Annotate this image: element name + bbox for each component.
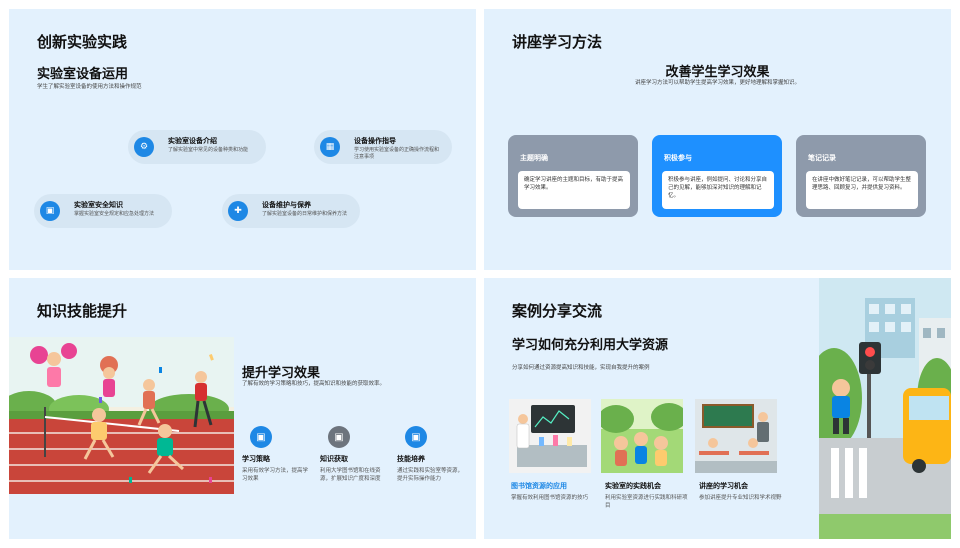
slide-title: 创新实验实践	[37, 33, 128, 51]
image-icon: ▣	[250, 426, 272, 448]
image-icon: ▣	[405, 426, 427, 448]
method-card[interactable]: 笔记记录 在讲座中做好笔记记录，可以帮助学生整理思路、回顾复习，并提供复习资料。	[796, 135, 926, 217]
case-desc: 掌握有效利用图书馆资源的技巧	[511, 495, 589, 501]
feature-title: 技能培养	[397, 455, 425, 463]
image-icon: ▣	[328, 426, 350, 448]
case-desc: 参加讲座提升专业知识和学术视野	[699, 495, 782, 501]
kids-outdoor-illustration	[601, 399, 683, 473]
feature-pill: ▦ 设备操作指导 学习使用实验室设备的正确操作流程和注意事项	[314, 130, 452, 164]
feature-title: 设备操作指导	[354, 137, 396, 145]
case-caption: 实验室的实践机会 利用实验室资源进行实践和科研项目	[605, 481, 689, 511]
feature-title: 知识获取	[320, 455, 348, 463]
feature-desc: 通过实践和实验室等资源，提升实际操作能力	[397, 468, 464, 482]
feature-desc: 了解实验室中常见的设备种类和功能	[168, 147, 249, 153]
slide-description: 讲座学习方法可以帮助学生提高学习效果，更好地理解和掌握知识。	[634, 80, 800, 86]
feature-item: ▣ 知识获取 利用大学图书馆和在线资源，扩展知识广度和深度	[320, 426, 390, 484]
slide-title: 知识技能提升	[37, 302, 128, 320]
keyboard-icon: ▦	[320, 137, 340, 157]
feature-title: 实验室安全知识	[74, 201, 123, 209]
tools-icon: ✚	[228, 201, 248, 221]
lab-scientist-illustration	[509, 399, 591, 473]
slide-lecture-methods[interactable]: 讲座学习方法 改善学生学习效果 讲座学习方法可以帮助学生提高学习效果，更好地理解…	[484, 9, 951, 270]
feature-title: 设备维护与保养	[262, 201, 311, 209]
feature-desc: 学习使用实验室设备的正确操作流程和注意事项	[354, 147, 440, 160]
feature-item: ▣ 技能培养 通过实践和实验室等资源，提升实际操作能力	[397, 426, 467, 484]
card-title: 主题明确	[520, 154, 548, 162]
card-title: 积极参与	[664, 154, 692, 162]
feature-title: 实验室设备介绍	[168, 137, 217, 145]
slide-title: 案例分享交流	[512, 302, 603, 320]
case-title: 实验室的实践机会	[605, 482, 661, 490]
classroom-illustration	[695, 399, 777, 473]
method-card[interactable]: 主题明确 确定学习讲座的主题和目标，有助于提高学习效果。	[508, 135, 638, 217]
case-title: 讲座的学习机会	[699, 482, 748, 490]
card-text: 确定学习讲座的主题和目标，有助于提高学习效果。	[518, 171, 630, 209]
case-title: 图书馆资源的应用	[511, 482, 567, 490]
feature-desc: 采用有效学习方法，提高学习效果	[242, 468, 309, 482]
image-icon: ▣	[40, 201, 60, 221]
feature-title: 学习策略	[242, 455, 270, 463]
slide-subtitle: 提升学习效果	[242, 366, 321, 381]
feature-pill: ⚙ 实验室设备介绍 了解实验室中常见的设备种类和功能	[128, 130, 266, 164]
method-card-active[interactable]: 积极参与 积极参与讲座，例如提问、讨论和分享自己的见解，能够加深对知识的理解和记…	[652, 135, 782, 217]
slide-case-sharing[interactable]: 案例分享交流 学习如何充分利用大学资源 分享如何通过资源提高知识和技能，实现自我…	[484, 278, 951, 539]
slide-description: 分享如何通过资源提高知识和技能，实现自我提升的案例	[512, 365, 650, 371]
slide-innovation-practice[interactable]: 创新实验实践 实验室设备运用 学生了解实验室设备的使用方法和操作规范 ⚙ 实验室…	[9, 9, 476, 270]
card-text: 积极参与讲座，例如提问、讨论和分享自己的见解，能够加深对知识的理解和记忆。	[662, 171, 774, 209]
slide-knowledge-skills[interactable]: 知识技能提升 提升学习效果 了解有效的学习策略和技巧，提高知识和技能的获取效率。…	[9, 278, 476, 539]
card-title: 笔记记录	[808, 154, 836, 162]
slide-description: 了解有效的学习策略和技巧，提高知识和技能的获取效率。	[242, 381, 386, 387]
card-text: 在讲座中做好笔记记录，可以帮助学生整理思路、回顾复习，并提供复习资料。	[806, 171, 918, 209]
slide-subtitle: 实验室设备运用	[37, 67, 129, 82]
sports-day-illustration	[9, 337, 234, 494]
slide-subtitle: 改善学生学习效果	[665, 65, 770, 80]
feature-desc: 了解实验室设备的日常维护和保养方法	[262, 211, 348, 217]
case-caption: 讲座的学习机会 参加讲座提升专业知识和学术视野	[699, 481, 783, 503]
slide-subtitle: 学习如何充分利用大学资源	[512, 338, 669, 353]
street-crossing-illustration	[819, 278, 951, 539]
feature-desc: 利用大学图书馆和在线资源，扩展知识广度和深度	[320, 468, 381, 482]
case-desc: 利用实验室资源进行实践和科研项目	[605, 495, 688, 509]
slide-description: 学生了解实验室设备的使用方法和操作规范	[37, 84, 142, 90]
case-caption: 图书馆资源的应用 掌握有效利用图书馆资源的技巧	[511, 481, 595, 503]
slide-title: 讲座学习方法	[512, 33, 603, 51]
feature-pill: ✚ 设备维护与保养 了解实验室设备的日常维护和保养方法	[222, 194, 360, 228]
feature-item: ▣ 学习策略 采用有效学习方法，提高学习效果	[242, 426, 312, 484]
feature-desc: 掌握实验室安全规定和应急处理方法	[74, 211, 155, 217]
gear-icon: ⚙	[134, 137, 154, 157]
feature-pill: ▣ 实验室安全知识 掌握实验室安全规定和应急处理方法	[34, 194, 172, 228]
